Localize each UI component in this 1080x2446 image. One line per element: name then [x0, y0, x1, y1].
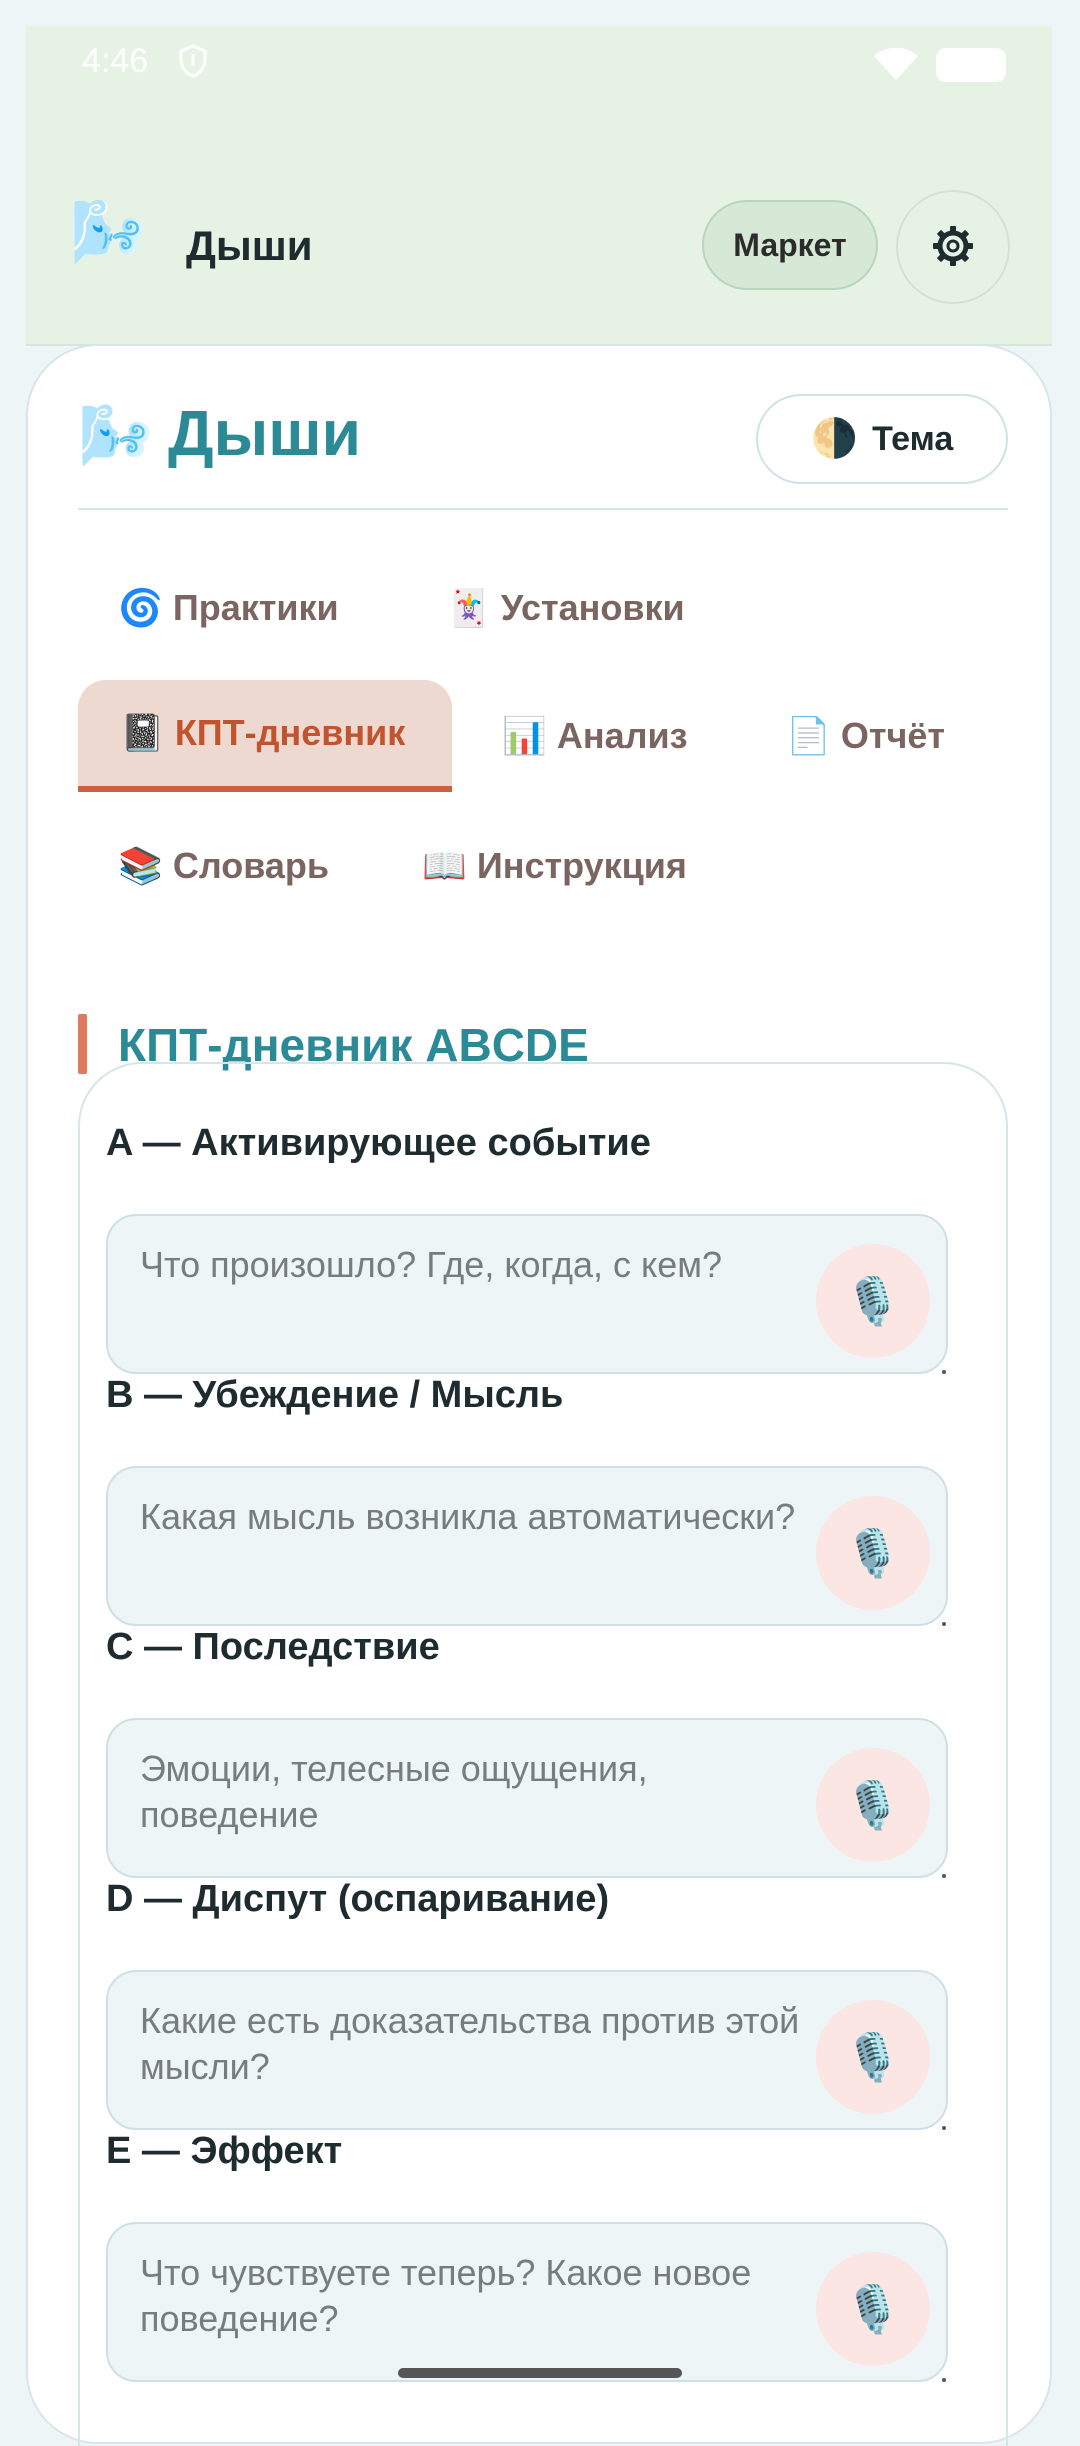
- header-logo: 🌬️: [78, 402, 153, 469]
- app-logo: 🌬️: [70, 198, 148, 267]
- voice-input-button[interactable]: 🎙️: [816, 1244, 930, 1358]
- tab-analysis[interactable]: 📊 Анализ: [502, 680, 688, 792]
- tab-cbt-diary[interactable]: 📓 КПТ-дневник: [78, 680, 452, 792]
- field-label-b: B — Убеждение / Мысль: [106, 1374, 564, 1416]
- tab-glossary[interactable]: 📚 Словарь: [118, 810, 329, 922]
- field-label-d: D — Диспут (оспаривание): [106, 1878, 610, 1920]
- card-icon: 🃏: [446, 587, 491, 628]
- header-divider: [78, 508, 1008, 510]
- page-title: Дыши: [168, 397, 361, 469]
- microphone-icon: 🎙️: [844, 2282, 902, 2335]
- home-indicator[interactable]: [398, 2368, 682, 2378]
- microphone-icon: 🎙️: [844, 2030, 902, 2083]
- tab-label: Инструкция: [476, 845, 687, 886]
- tab-instructions[interactable]: 📖 Инструкция: [422, 810, 687, 922]
- tab-report[interactable]: 📄 Отчёт: [786, 680, 945, 792]
- wifi-icon: [872, 46, 920, 87]
- tab-label: Практики: [172, 587, 339, 628]
- tab-label: Установки: [500, 587, 685, 628]
- tab-label: КПТ-дневник: [174, 712, 406, 753]
- field-label-a: A — Активирующее событие: [106, 1122, 651, 1164]
- status-bar: 4:46: [26, 26, 1052, 102]
- theme-toggle-button[interactable]: 🌗 Тема: [756, 394, 1008, 484]
- tab-practices[interactable]: 🌀 Практики: [118, 552, 339, 664]
- bar-chart-icon: 📊: [502, 715, 547, 756]
- tab-label: Словарь: [172, 845, 330, 886]
- voice-input-button[interactable]: 🎙️: [816, 2252, 930, 2366]
- belief-placeholder: Какая мысль возникла автоматически?: [140, 1496, 796, 1537]
- field-label-c: C — Последствие: [106, 1626, 440, 1668]
- notebook-icon: 📓: [120, 712, 165, 753]
- open-book-icon: 📖: [422, 845, 467, 886]
- effect-input[interactable]: Что чувствуете теперь? Какое новое повед…: [106, 2222, 948, 2382]
- resize-handle[interactable]: [942, 1370, 946, 1374]
- resize-handle[interactable]: [942, 2378, 946, 2382]
- market-button[interactable]: Маркет: [702, 200, 878, 290]
- main-card: 🌬️ Дыши 🌗 Тема 🌀 Практики 🃏 Установки 📓 …: [26, 344, 1052, 2446]
- dispute-placeholder: Какие есть доказательства против этой мы…: [140, 2000, 800, 2087]
- moon-icon: 🌗: [810, 418, 859, 460]
- belief-input[interactable]: Какая мысль возникла автоматически? 🎙️: [106, 1466, 948, 1626]
- voice-input-button[interactable]: 🎙️: [816, 1496, 930, 1610]
- document-icon: 📄: [786, 715, 831, 756]
- microphone-icon: 🎙️: [844, 1274, 902, 1327]
- theme-label: Тема: [872, 419, 954, 458]
- battery-icon: [936, 48, 1006, 82]
- section-accent-bar: [78, 1014, 87, 1074]
- books-icon: 📚: [118, 845, 163, 886]
- voice-input-button[interactable]: 🎙️: [816, 1748, 930, 1862]
- consequence-input[interactable]: Эмоции, телесные ощущения, поведение 🎙️: [106, 1718, 948, 1878]
- tab-beliefs[interactable]: 🃏 Установки: [446, 552, 685, 664]
- spiral-icon: 🌀: [118, 587, 163, 628]
- event-input[interactable]: Что произошло? Где, когда, с кем? 🎙️: [106, 1214, 948, 1374]
- tab-label: Анализ: [556, 715, 688, 756]
- microphone-icon: 🎙️: [844, 1778, 902, 1831]
- gear-icon: [931, 224, 975, 271]
- consequence-placeholder: Эмоции, телесные ощущения, поведение: [140, 1748, 648, 1835]
- effect-placeholder: Что чувствуете теперь? Какое новое повед…: [140, 2252, 752, 2339]
- resize-handle[interactable]: [942, 1622, 946, 1626]
- app-title: Дыши: [186, 222, 313, 269]
- resize-handle[interactable]: [942, 1874, 946, 1878]
- status-time: 4:46: [82, 42, 149, 80]
- field-label-e: E — Эффект: [106, 2130, 343, 2172]
- voice-input-button[interactable]: 🎙️: [816, 2000, 930, 2114]
- dispute-input[interactable]: Какие есть доказательства против этой мы…: [106, 1970, 948, 2130]
- app-bar: 4:46 🌬️ Дыши Маркет: [26, 26, 1052, 346]
- tab-label: Отчёт: [840, 715, 946, 756]
- resize-handle[interactable]: [942, 2126, 946, 2130]
- settings-button[interactable]: [896, 190, 1010, 304]
- event-placeholder: Что произошло? Где, когда, с кем?: [140, 1244, 722, 1285]
- microphone-icon: 🎙️: [844, 1526, 902, 1579]
- shield-icon: [178, 44, 208, 83]
